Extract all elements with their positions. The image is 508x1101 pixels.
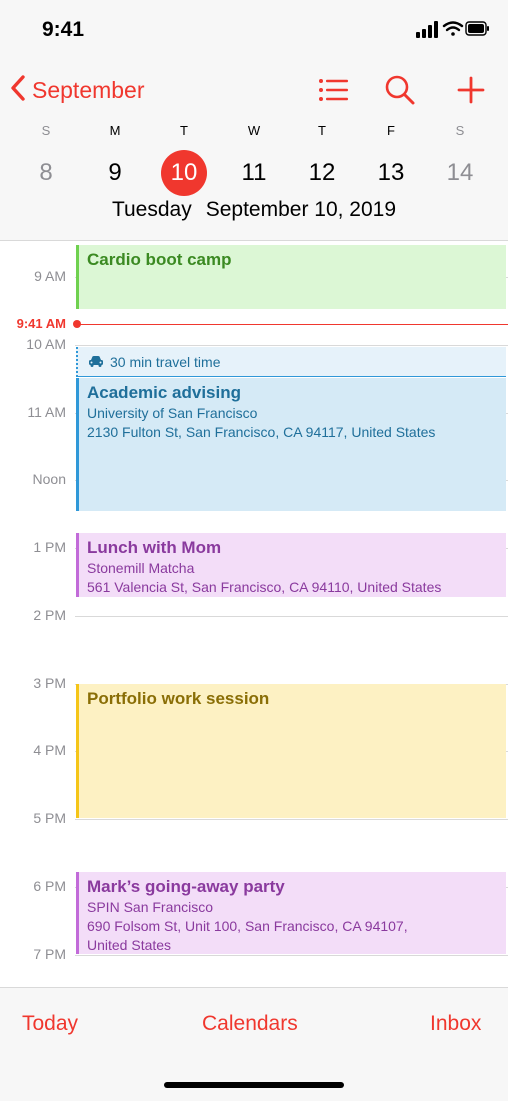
hour-label: 1 PM xyxy=(33,539,66,555)
status-time: 9:41 xyxy=(42,18,85,41)
day-12[interactable]: 12 xyxy=(299,150,345,196)
hour-divider xyxy=(75,345,508,346)
list-view-button[interactable] xyxy=(315,72,351,108)
current-time-indicator: 9:41 AM xyxy=(0,316,508,338)
event-title: Lunch with Mom xyxy=(87,538,222,557)
hour-label: 10 AM xyxy=(26,336,66,352)
hour-label: 9 AM xyxy=(34,268,66,284)
plus-icon xyxy=(457,76,485,104)
weekday-letter: M xyxy=(109,123,121,138)
calendar-header: 9:41 September S M T W T F S 8 9 10 11 1… xyxy=(0,0,508,241)
current-time-label: 9:41 AM xyxy=(16,316,66,331)
selected-full-date: September 10, 2019 xyxy=(205,198,397,221)
wifi-icon xyxy=(442,21,464,36)
bottom-toolbar: Today Calendars Inbox xyxy=(0,987,508,1101)
day-14[interactable]: 14 xyxy=(437,150,483,196)
status-icons xyxy=(416,20,490,43)
event-title: Portfolio work session xyxy=(87,689,270,708)
hour-label: Noon xyxy=(32,471,66,487)
event-lunch-with-mom[interactable]: Lunch with Mom Stonemill Matcha 561 Vale… xyxy=(76,533,506,597)
event-cardio-boot-camp[interactable]: Cardio boot camp xyxy=(76,245,506,309)
event-address: 561 Valencia St, San Francisco, CA 94110… xyxy=(87,579,442,595)
travel-time-text: 30 min travel time xyxy=(110,353,221,370)
hour-label: 3 PM xyxy=(33,675,66,691)
event-title: Academic advising xyxy=(87,383,242,402)
list-icon xyxy=(319,79,348,101)
selected-date-heading: Tuesday September 10, 2019 xyxy=(0,198,508,222)
event-location: University of San Francisco xyxy=(87,405,258,421)
event-address-country: United States xyxy=(87,937,172,953)
back-label: September xyxy=(32,76,145,103)
day-8[interactable]: 8 xyxy=(23,150,69,196)
weekday-letter: T xyxy=(180,123,188,138)
event-portfolio-work-session[interactable]: Portfolio work session xyxy=(76,684,506,818)
hour-divider xyxy=(75,819,508,820)
weekday-letter: S xyxy=(455,123,465,138)
hour-label: 4 PM xyxy=(33,742,66,758)
hour-row: 2 PM xyxy=(0,607,508,636)
home-indicator[interactable] xyxy=(164,1082,344,1088)
event-address: 690 Folsom St, Unit 100, San Francisco, … xyxy=(87,918,408,934)
day-10-selected[interactable]: 10 xyxy=(161,150,207,196)
event-address: 2130 Fulton St, San Francisco, CA 94117,… xyxy=(87,424,436,440)
car-icon xyxy=(88,354,104,370)
hour-row: 7 PM xyxy=(0,946,508,975)
event-title: Cardio boot camp xyxy=(87,250,232,269)
event-marks-going-away-party[interactable]: Mark’s going-away party SPIN San Francis… xyxy=(76,872,506,954)
event-location: Stonemill Matcha xyxy=(87,560,195,576)
day-11[interactable]: 11 xyxy=(231,150,277,196)
day-9[interactable]: 9 xyxy=(92,150,138,196)
hour-divider xyxy=(75,955,508,956)
hour-label: 11 AM xyxy=(27,404,66,420)
back-to-month-button[interactable]: September xyxy=(10,72,145,108)
event-title: Mark’s going-away party xyxy=(87,877,285,896)
today-button[interactable]: Today xyxy=(22,1012,78,1036)
add-event-button[interactable] xyxy=(453,72,489,108)
event-academic-advising[interactable]: Academic advising University of San Fran… xyxy=(76,378,506,511)
day-timeline[interactable]: 9 AM 10 AM 11 AM Noon 1 PM 2 PM 3 PM 4 P… xyxy=(0,241,508,987)
weekday-letter: T xyxy=(318,123,326,138)
battery-icon xyxy=(465,21,489,36)
weekday-letter: F xyxy=(387,123,395,138)
calendars-button[interactable]: Calendars xyxy=(202,1012,298,1036)
weekday-letter: S xyxy=(41,123,51,138)
selected-weekday: Tuesday xyxy=(111,198,192,221)
current-time-line xyxy=(78,324,508,325)
hour-label: 2 PM xyxy=(33,607,66,623)
search-button[interactable] xyxy=(382,72,418,108)
signal-icon xyxy=(416,21,438,38)
travel-time-block[interactable]: 30 min travel time xyxy=(76,347,506,377)
day-13[interactable]: 13 xyxy=(368,150,414,196)
search-icon xyxy=(385,75,415,105)
weekday-letter: W xyxy=(247,123,261,138)
event-location: SPIN San Francisco xyxy=(87,899,214,915)
inbox-button[interactable]: Inbox xyxy=(430,1012,481,1036)
hour-label: 5 PM xyxy=(33,810,66,826)
hour-row: 5 PM xyxy=(0,810,508,839)
hour-divider xyxy=(75,616,508,617)
chevron-left-icon xyxy=(10,74,26,107)
hour-label: 6 PM xyxy=(33,878,66,894)
hour-label: 7 PM xyxy=(33,946,66,962)
